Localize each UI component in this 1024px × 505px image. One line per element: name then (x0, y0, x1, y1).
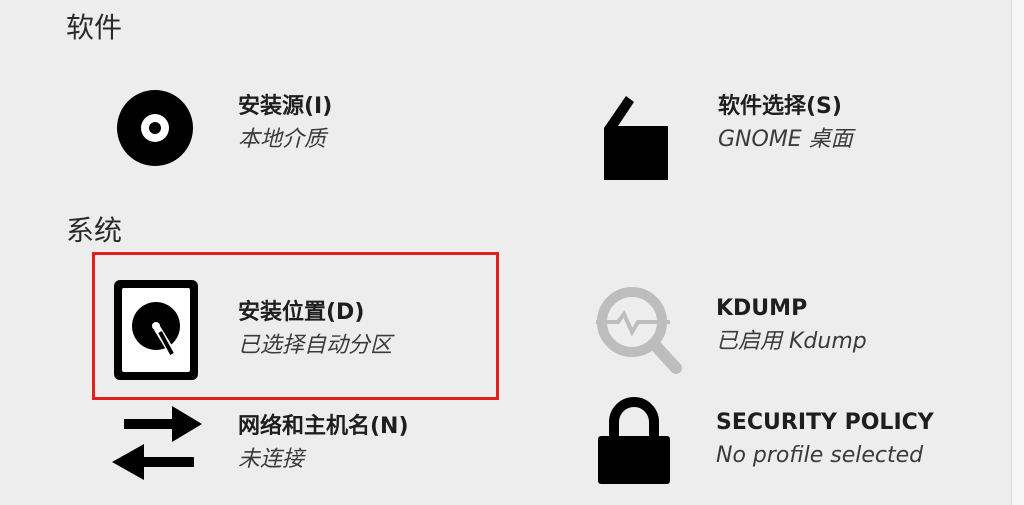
harddisk-icon (110, 276, 202, 384)
disc-icon (108, 88, 204, 178)
network-arrows-icon (106, 396, 210, 492)
spoke-status: 本地介质 (238, 127, 327, 153)
spoke-install-source[interactable]: 安装源(I) 本地介质 (108, 88, 528, 178)
spoke-kdump[interactable]: KDUMP 已启用 Kdump (592, 284, 992, 378)
spoke-status: 未连接 (238, 447, 305, 473)
spoke-software-selection[interactable]: 软件选择(S) GNOME 桌面 (598, 90, 998, 185)
package-icon (598, 90, 678, 185)
section-title-system: 系统 (66, 214, 123, 247)
section-title-software: 软件 (66, 11, 123, 44)
spoke-status: GNOME 桌面 (718, 127, 853, 153)
spoke-title: 软件选择(S) (718, 94, 842, 119)
spoke-title: KDUMP (716, 296, 808, 321)
lock-icon (594, 396, 674, 488)
spoke-title: 安装源(I) (238, 94, 333, 119)
spoke-title: SECURITY POLICY (716, 410, 934, 435)
spoke-status: 已选择自动分区 (238, 333, 393, 359)
spoke-title: 网络和主机名(N) (238, 414, 409, 439)
spoke-status: 已启用 Kdump (716, 329, 867, 355)
window-edge (1011, 0, 1024, 505)
spoke-title: 安装位置(D) (238, 300, 365, 325)
spoke-network-hostname[interactable]: 网络和主机名(N) 未连接 (106, 396, 526, 492)
spoke-security-policy[interactable]: SECURITY POLICY No profile selected (594, 396, 994, 488)
spoke-status: No profile selected (716, 443, 924, 469)
spoke-install-destination[interactable]: 安装位置(D) 已选择自动分区 (110, 276, 490, 384)
kdump-search-icon (592, 284, 688, 378)
